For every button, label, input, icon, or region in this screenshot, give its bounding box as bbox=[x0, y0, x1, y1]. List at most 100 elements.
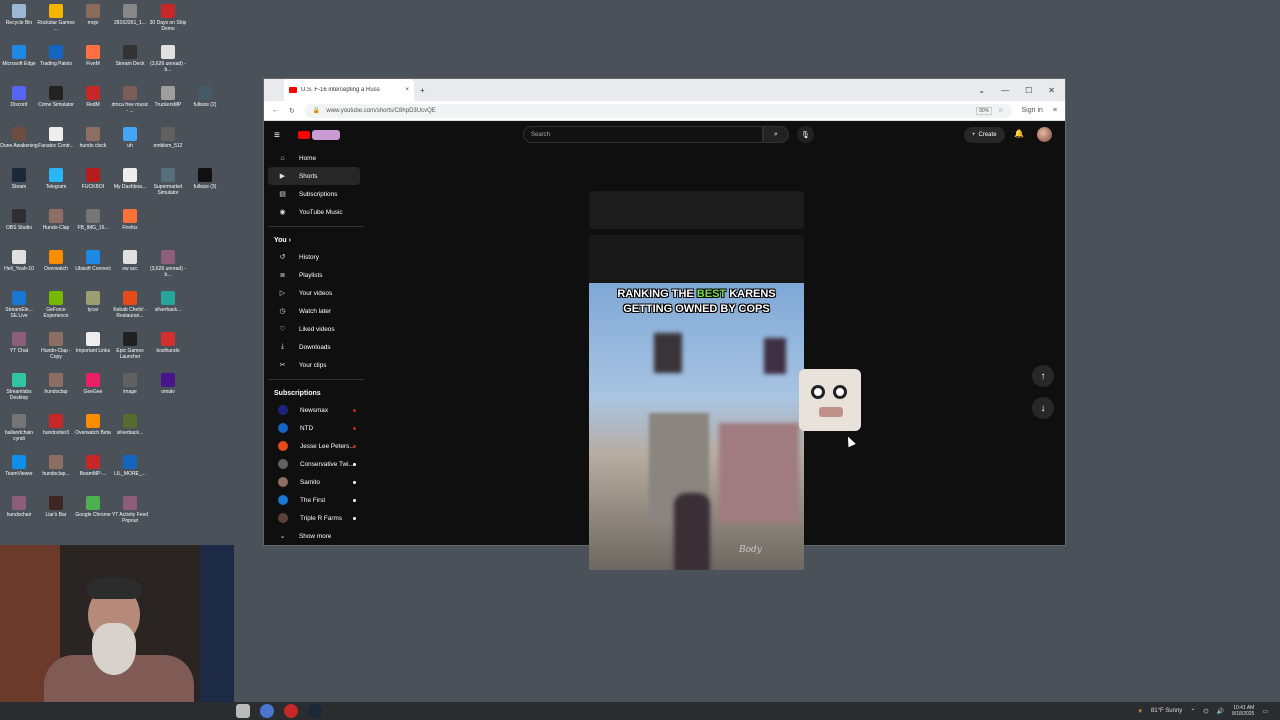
new-tab-button[interactable]: + bbox=[414, 86, 431, 95]
star-icon[interactable]: ☆ bbox=[998, 107, 1003, 114]
desktop-icon[interactable]: Microsoft Edge bbox=[0, 45, 38, 67]
desktop-icon[interactable]: Fanatec Contr... bbox=[37, 127, 75, 149]
next-short-arrow-down-icon[interactable]: ↓ bbox=[1032, 397, 1054, 419]
desktop-icon[interactable]: Hell_Yeah-10 bbox=[0, 250, 38, 272]
desktop-icon[interactable]: FB_IMG_16... bbox=[74, 209, 112, 231]
desktop-icon[interactable]: Liar's Bar bbox=[37, 496, 75, 518]
sidebar-channel-item[interactable]: Newsmax bbox=[268, 401, 360, 419]
sidebar-item-liked-videos[interactable]: ♡ Liked videos bbox=[268, 320, 360, 338]
volume-icon[interactable]: 🔊 bbox=[1217, 708, 1224, 715]
desktop-icon[interactable]: hundoclap bbox=[37, 373, 75, 395]
desktop-icon[interactable]: dmca free music - ... bbox=[111, 86, 149, 114]
sidebar-item-your-clips[interactable]: ✂ Your clips bbox=[268, 356, 360, 374]
youtube-doodle-logo[interactable] bbox=[312, 130, 340, 140]
sidebar-show-more[interactable]: ⌄ Show more bbox=[268, 527, 360, 545]
desktop-icon[interactable]: Supermarket Simulator bbox=[149, 168, 187, 196]
desktop-icon[interactable]: TruckersMP bbox=[149, 86, 187, 108]
desktop-icon[interactable]: Hundo-Clap bbox=[37, 209, 75, 231]
desktop-icon[interactable]: Hundo-Clap - Copy bbox=[37, 332, 75, 360]
network-icon[interactable]: ⌬ bbox=[1203, 708, 1208, 715]
desktop-icon[interactable]: uh bbox=[111, 127, 149, 149]
desktop-icon[interactable]: 30 Days on Ship Demo bbox=[149, 4, 187, 32]
sidebar-channel-item[interactable]: Samito bbox=[268, 473, 360, 491]
sidebar-item-downloads[interactable]: ⤓ Downloads bbox=[268, 338, 360, 356]
desktop-icon[interactable]: Streamlabs Desktop bbox=[0, 373, 38, 401]
taskbar-app-icon[interactable] bbox=[284, 704, 298, 718]
tab-youtube-short[interactable]: U.S. F-16 intercepting a Russ × bbox=[284, 79, 414, 101]
microphone-icon[interactable]: 🎙 bbox=[797, 126, 814, 143]
sidebar-channel-item[interactable]: NTD bbox=[268, 419, 360, 437]
browser-menu-icon[interactable]: ≡ bbox=[1053, 107, 1057, 114]
desktop-icon[interactable]: Ubisoft Connect bbox=[74, 250, 112, 272]
taskbar-chrome-icon[interactable] bbox=[260, 704, 274, 718]
search-input[interactable]: Search bbox=[523, 126, 763, 143]
desktop-icon[interactable]: My Dashboa... bbox=[111, 168, 149, 190]
zoom-badge[interactable]: 90% bbox=[976, 106, 993, 115]
desktop-icon[interactable]: LIL_MORE_... bbox=[111, 455, 149, 477]
desktop-icon[interactable]: Crime Simulator bbox=[37, 86, 75, 108]
url-field[interactable]: 🔒 www.youtube.com/shorts/C8hpD3UcvQE 90%… bbox=[304, 103, 1012, 118]
desktop-icon[interactable]: Google Chrome bbox=[74, 496, 112, 518]
sidebar-item-youtube-music[interactable]: ◉ YouTube Music bbox=[268, 203, 360, 221]
desktop-icon[interactable]: Epic Games Launcher bbox=[111, 332, 149, 360]
desktop-icon[interactable]: BeamMP-... bbox=[74, 455, 112, 477]
desktop-icon[interactable]: image bbox=[111, 373, 149, 395]
desktop-icon[interactable]: mojo bbox=[74, 4, 112, 26]
desktop-icon[interactable]: Recycle Bin bbox=[0, 4, 38, 26]
previous-short-arrow-up-icon[interactable]: ↑ bbox=[1032, 365, 1054, 387]
desktop-icon[interactable]: Stream Deck bbox=[111, 45, 149, 67]
desktop-icon[interactable]: Discord bbox=[0, 86, 38, 108]
desktop-icon[interactable]: Dune Awakening bbox=[0, 127, 38, 149]
maximize-button[interactable]: ☐ bbox=[1025, 86, 1032, 95]
previous-short-preview[interactable] bbox=[589, 191, 804, 229]
desktop-icon[interactable]: ballandchain cyndi bbox=[0, 414, 38, 442]
desktop-icon[interactable]: OBS Studio bbox=[0, 209, 38, 231]
desktop-icon[interactable]: RedM bbox=[74, 86, 112, 108]
search-icon[interactable]: ⌕ bbox=[763, 126, 789, 143]
desktop-icon[interactable]: TeamViewer bbox=[0, 455, 38, 477]
sidebar-item-watch-later[interactable]: ◷ Watch later bbox=[268, 302, 360, 320]
short-video-player[interactable]: RANKING THE BEST KARENS GETTING OWNED BY… bbox=[589, 283, 804, 570]
sidebar-item-history[interactable]: ↺ History bbox=[268, 248, 360, 266]
avatar[interactable] bbox=[1037, 127, 1052, 142]
close-window-button[interactable]: ✕ bbox=[1048, 86, 1055, 95]
desktop-icon[interactable]: Kebab Chefs! - Restauran... bbox=[111, 291, 149, 319]
taskbar-steam-icon[interactable] bbox=[308, 704, 322, 718]
sidebar-channel-item[interactable]: Jesse Lee Peters... bbox=[268, 437, 360, 455]
desktop-icon[interactable]: (3,626 unread) - b... bbox=[149, 45, 187, 73]
desktop-icon[interactable]: ow acc bbox=[111, 250, 149, 272]
sidebar-item-your-videos[interactable]: ▷ Your videos bbox=[268, 284, 360, 302]
notification-center-icon[interactable]: ▭ bbox=[1262, 708, 1268, 715]
desktop-icon[interactable]: Trading Paints bbox=[37, 45, 75, 67]
tab-close-icon[interactable]: × bbox=[405, 87, 409, 93]
signin-button[interactable]: Sign in bbox=[1022, 107, 1043, 114]
desktop-icon[interactable]: silverback... bbox=[149, 291, 187, 313]
notifications-bell-icon[interactable]: 🔔 bbox=[1014, 129, 1024, 138]
desktop-icon[interactable]: emblem_512 bbox=[149, 127, 187, 149]
sidebar-you-heading[interactable]: You › bbox=[264, 232, 366, 248]
sidebar-item-home[interactable]: ⌂ Home bbox=[268, 149, 360, 167]
youtube-logo-icon[interactable] bbox=[298, 131, 310, 139]
desktop-icon[interactable]: (3,626 unread) - b... bbox=[149, 250, 187, 278]
desktop-icon[interactable]: StreamEle... SE.Live bbox=[0, 291, 38, 319]
desktop-icon[interactable]: fullsize (2) bbox=[186, 86, 224, 108]
desktop-icon[interactable]: FiveM bbox=[74, 45, 112, 67]
desktop-icon[interactable]: Rockstar Games ... bbox=[37, 4, 75, 32]
desktop-icon[interactable]: 28162261_1... bbox=[111, 4, 149, 26]
desktop-icon[interactable]: Overwatch bbox=[37, 250, 75, 272]
weather-sun-icon[interactable]: ☀ bbox=[1138, 708, 1143, 715]
desktop-icon[interactable]: silverback... bbox=[111, 414, 149, 436]
desktop-icon[interactable]: YT Chat bbox=[0, 332, 38, 354]
desktop-icon[interactable]: GeForce Experience bbox=[37, 291, 75, 319]
desktop-icon[interactable]: fullsize (3) bbox=[186, 168, 224, 190]
hamburger-menu-icon[interactable]: ≡ bbox=[274, 130, 290, 141]
sidebar-channel-item[interactable]: Conservative Twi... bbox=[268, 455, 360, 473]
taskbar-app-icon[interactable] bbox=[236, 704, 250, 718]
minimize-button[interactable]: — bbox=[1001, 86, 1009, 95]
desktop-icon[interactable]: Firefox bbox=[111, 209, 149, 231]
desktop-icon[interactable]: hundostier3 bbox=[37, 414, 75, 436]
desktop-icon[interactable]: FUCKBOI bbox=[74, 168, 112, 190]
tray-chevron-up-icon[interactable]: ⌃ bbox=[1190, 708, 1195, 715]
create-button[interactable]: + Create bbox=[964, 127, 1005, 143]
desktop-icon[interactable]: hundochair bbox=[0, 496, 38, 518]
